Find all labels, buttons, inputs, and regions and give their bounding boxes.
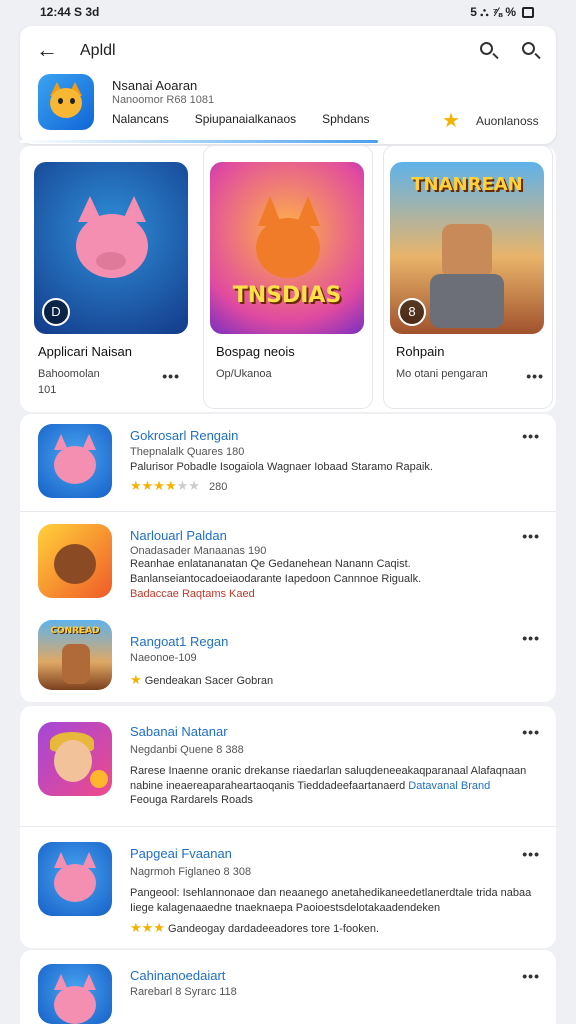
- app-icon: [38, 842, 112, 916]
- item-meta: Nagrmoh Figlaneo 8 308: [130, 866, 252, 878]
- rating: ★★★★★★ 280: [130, 478, 227, 494]
- list-item[interactable]: Gokrosarl Rengain Thepnalalk Quares 180 …: [20, 414, 556, 510]
- item-title[interactable]: Narlouarl Paldan: [130, 528, 227, 543]
- featured-count: 101: [38, 384, 57, 396]
- featured-tile[interactable]: TNSDIAS Bospag neois Op/Ukanoa: [204, 146, 372, 408]
- star-icon: ★: [130, 672, 142, 687]
- more-options-icon[interactable]: •••: [526, 368, 544, 384]
- tab-1[interactable]: Nalancans: [112, 112, 169, 126]
- list-item[interactable]: Narlouarl Paldan Onadasader Manaanas 190…: [20, 512, 556, 608]
- badge-icon: 8: [398, 298, 426, 326]
- app-icon: [38, 722, 112, 796]
- tab-bar: Nalancans Spiupanaialkanaos Sphdans: [112, 112, 370, 126]
- back-arrow-icon[interactable]: ←: [36, 38, 60, 62]
- item-meta: Rarebarl 8 Syrarc 118: [130, 986, 237, 998]
- tab-2[interactable]: Spiupanaialkanaos: [195, 112, 296, 126]
- featured-tile[interactable]: D Applicari Naisan Bahoomolan 101 •••: [20, 146, 188, 408]
- item-meta: Negdanbi Quene 8 388: [130, 744, 244, 756]
- app-list-2: Sabanai Natanar Negdanbi Quene 8 388 Rar…: [20, 706, 556, 948]
- more-options-icon[interactable]: •••: [522, 846, 540, 862]
- more-options-icon[interactable]: •••: [522, 968, 540, 984]
- more-options-icon[interactable]: •••: [522, 724, 540, 740]
- status-indicators: 5 ⛬ ⅞ %: [470, 5, 534, 20]
- battery-icon: [522, 6, 534, 18]
- list-item[interactable]: CONREAD Rangoat1 Regan Naeonoe-109 ★ Gen…: [20, 610, 556, 702]
- list-item[interactable]: Cahinanoedaiart Rarebarl 8 Syrarc 118 ••…: [20, 950, 556, 1024]
- featured-subtitle: Mo otani pengaran: [396, 368, 488, 380]
- item-highlight: Badaccae Raqtams Kaed: [130, 588, 255, 600]
- star-rating-icon: ★★★: [130, 920, 165, 935]
- list-item[interactable]: Sabanai Natanar Negdanbi Quene 8 388 Rar…: [20, 706, 556, 824]
- rating-count: 280: [209, 481, 228, 493]
- star-rating-icon: ★★★★★★: [130, 478, 200, 493]
- featured-art-image: TNANREAN 8: [390, 162, 544, 334]
- search-icon[interactable]: [478, 40, 500, 62]
- featured-art-text: TNANREAN: [411, 174, 523, 195]
- tab-indicator: [20, 140, 378, 143]
- featured-art-text: TNSDIAS: [232, 283, 342, 308]
- featured-title: Bospag neois: [216, 344, 295, 359]
- item-meta: Onadasader Manaanas 190: [130, 545, 267, 557]
- item-link[interactable]: Datavanal Brand: [408, 780, 490, 792]
- tab-3[interactable]: Sphdans: [322, 112, 369, 126]
- featured-title: Rohpain: [396, 344, 445, 359]
- more-options-icon[interactable]: •••: [522, 528, 540, 544]
- item-description: Pangeool: Isehlannonaoe dan neaanego ane…: [130, 887, 532, 914]
- item-extra: ★★★ Gandeogay dardadeeadores tore 1-fook…: [130, 920, 380, 935]
- item-description: Palurisor Pobadle Isogaiola Wagnaer Ioba…: [130, 461, 433, 473]
- featured-section: D Applicari Naisan Bahoomolan 101 ••• TN…: [20, 146, 556, 412]
- featured-tile[interactable]: TNANREAN 8 Rohpain Mo otani pengaran •••: [384, 146, 552, 408]
- star-badge-icon: ★: [442, 110, 460, 132]
- app-icon: [38, 524, 112, 598]
- divider: [20, 826, 556, 827]
- featured-art-image: TNSDIAS: [210, 162, 364, 334]
- app-icon: [38, 964, 112, 1024]
- item-title[interactable]: Rangoat1 Regan: [130, 634, 228, 649]
- item-title[interactable]: Sabanai Natanar: [130, 724, 228, 739]
- app-list-3: Cahinanoedaiart Rarebarl 8 Syrarc 118 ••…: [20, 950, 556, 1024]
- item-description: Rarese Inaenne oranic drekanse riaedarla…: [130, 765, 527, 792]
- featured-subtitle: Bahoomolan: [38, 368, 100, 380]
- award-label: Auonlanoss: [475, 113, 539, 128]
- more-options-icon[interactable]: •••: [522, 630, 540, 646]
- developer-subtitle: Nanoomor R68 1081: [112, 94, 215, 106]
- featured-subtitle: Op/Ukanoa: [216, 368, 272, 380]
- status-time: 12:44 S 3d: [40, 5, 100, 19]
- badge-icon: D: [42, 298, 70, 326]
- item-title[interactable]: Cahinanoedaiart: [130, 968, 225, 983]
- list-item[interactable]: Papgeai Fvaanan Nagrmoh Figlaneo 8 308 P…: [20, 828, 556, 948]
- app-list-1: Gokrosarl Rengain Thepnalalk Quares 180 …: [20, 414, 556, 702]
- item-meta: Thepnalalk Quares 180: [130, 446, 245, 458]
- page-title: Apldl: [80, 42, 116, 59]
- more-options-icon[interactable]: •••: [162, 368, 180, 384]
- featured-title: Applicari Naisan: [38, 344, 132, 359]
- featured-art-image: D: [34, 162, 188, 334]
- award-button[interactable]: ★ Auonlanoss: [442, 108, 539, 133]
- item-description: Reanhae enlatananatan Qe Gedanehean Nana…: [130, 558, 422, 585]
- developer-name: Nsanai Aoaran: [112, 78, 198, 93]
- developer-logo: [38, 74, 94, 130]
- more-options-icon[interactable]: •••: [522, 428, 540, 444]
- search-icon-2[interactable]: [520, 40, 542, 62]
- item-rating: ★ Gendeakan Sacer Gobran: [130, 672, 274, 687]
- app-icon: CONREAD: [38, 620, 112, 690]
- item-title[interactable]: Papgeai Fvaanan: [130, 846, 232, 861]
- item-meta: Naeonoe-109: [130, 652, 197, 664]
- item-extra: Feouga Rardarels Roads: [130, 794, 253, 806]
- status-bar: 12:44 S 3d 5 ⛬ ⅞ %: [0, 0, 576, 24]
- item-title[interactable]: Gokrosarl Rengain: [130, 428, 238, 443]
- app-header: ← Apldl Nsanai Aoaran Nanoomor R68 1081 …: [20, 26, 556, 144]
- app-icon: [38, 424, 112, 498]
